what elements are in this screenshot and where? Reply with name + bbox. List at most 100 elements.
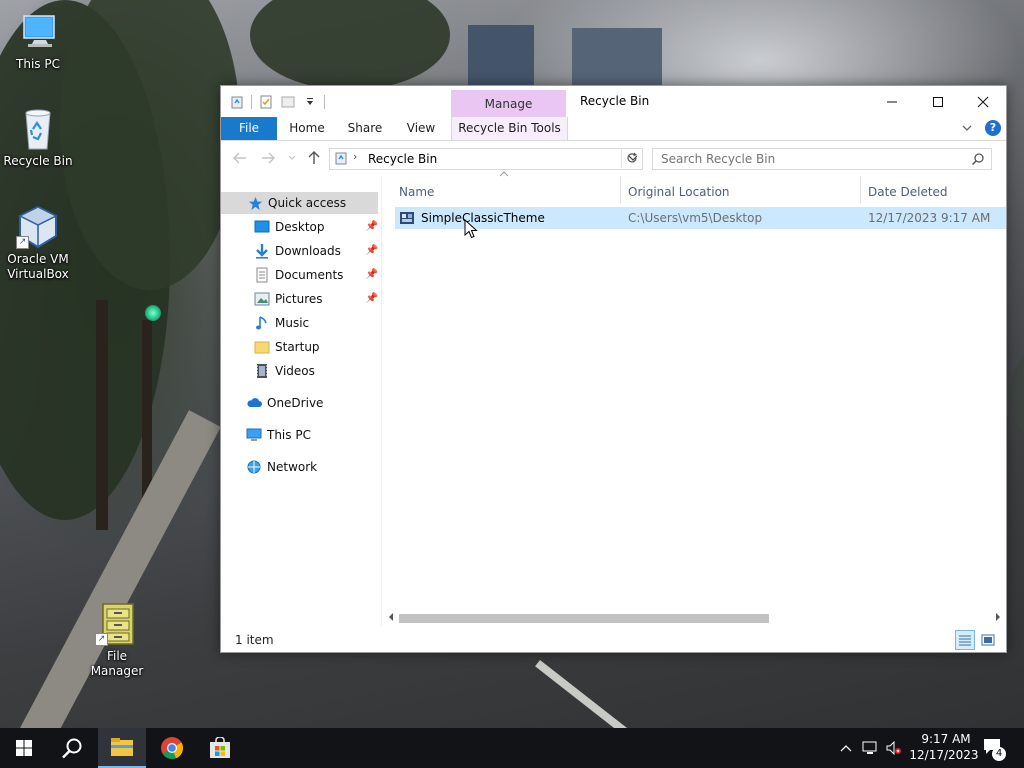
clock-time[interactable]: 9:17 AM — [916, 732, 976, 746]
minimize-icon — [887, 101, 897, 102]
nav-item-label: Documents — [275, 268, 344, 282]
desktop-icon-label: Recycle Bin — [3, 154, 73, 168]
horizontal-scrollbar[interactable] — [383, 610, 1006, 627]
scroll-right-arrow-icon[interactable] — [994, 611, 1002, 623]
taskbar-store[interactable] — [196, 728, 244, 768]
volume-muted-icon[interactable] — [886, 740, 902, 756]
explorer-window: Manage Recycle Bin File Home Share View … — [220, 85, 1007, 653]
nav-item-label: Music — [275, 316, 310, 330]
wallpaper-tree — [1010, 350, 1024, 440]
file-date-deleted: 12/17/2023 9:17 AM — [868, 211, 991, 225]
wallpaper-trunk — [96, 300, 108, 530]
toolbar-divider — [251, 95, 252, 109]
nav-item-videos[interactable]: Videos — [254, 360, 378, 382]
wallpaper-traffic-light — [145, 305, 161, 321]
pin-icon[interactable]: 📌 — [366, 293, 378, 304]
desktop-icon-label: This PC — [16, 57, 60, 71]
scrollbar-thumb[interactable] — [399, 614, 769, 623]
nav-item-desktop[interactable]: Desktop 📌 — [254, 216, 378, 238]
nav-item-label: Downloads — [275, 244, 341, 258]
minimize-button[interactable] — [869, 86, 915, 117]
column-divider[interactable] — [860, 176, 861, 204]
show-hidden-icons-chevron-icon[interactable] — [838, 740, 854, 756]
nav-item-this-pc[interactable]: This PC — [246, 424, 378, 446]
shortcut-arrow-icon: ↗ — [16, 236, 29, 249]
tab-share[interactable]: Share — [341, 117, 389, 140]
forward-arrow-icon[interactable] — [259, 150, 277, 166]
navigation-pane: Quick access Desktop 📌 Downloads 📌 Docum… — [221, 176, 382, 626]
column-header-name[interactable]: Name — [399, 182, 434, 202]
nav-item-music[interactable]: Music — [254, 312, 378, 334]
recent-locations-chevron-icon[interactable] — [283, 150, 301, 166]
back-arrow-icon[interactable] — [231, 150, 249, 166]
taskbar-chrome[interactable] — [148, 728, 196, 768]
contextual-tab-group-manage: Manage — [451, 90, 566, 117]
nav-item-quick-access[interactable]: Quick access — [221, 192, 378, 214]
scroll-left-arrow-icon[interactable] — [387, 611, 395, 623]
refresh-icon[interactable] — [621, 148, 642, 168]
tab-view[interactable]: View — [399, 117, 443, 140]
network-tray-icon[interactable] — [862, 740, 878, 756]
nav-item-label: OneDrive — [267, 396, 324, 410]
file-cabinet-icon: ↗ — [95, 602, 139, 646]
title-bar[interactable]: Manage Recycle Bin — [221, 86, 1006, 117]
address-bar[interactable]: › Recycle Bin — [329, 148, 643, 170]
start-icon — [16, 740, 32, 756]
close-icon — [977, 96, 989, 107]
recycle-bin-small-icon[interactable] — [229, 94, 245, 110]
nav-item-onedrive[interactable]: OneDrive — [246, 392, 378, 414]
properties-icon[interactable] — [258, 94, 274, 110]
customize-toolbar-dropdown-icon[interactable] — [302, 94, 318, 110]
taskbar-file-explorer[interactable] — [98, 728, 146, 768]
nav-item-documents[interactable]: Documents 📌 — [254, 264, 378, 286]
desktop-icon-file-manager[interactable]: ↗ File Manager — [79, 602, 155, 679]
maximize-button[interactable] — [915, 86, 961, 117]
this-pc-icon — [246, 427, 262, 443]
nav-item-network[interactable]: Network — [246, 456, 378, 478]
breadcrumb-chevron-icon[interactable]: › — [353, 150, 357, 163]
start-button[interactable] — [0, 728, 48, 768]
taskbar-search-button[interactable] — [48, 728, 96, 768]
large-icons-view-icon — [981, 634, 995, 646]
nav-item-downloads[interactable]: Downloads 📌 — [254, 240, 378, 262]
new-folder-icon[interactable] — [280, 94, 296, 110]
status-bar: 1 item — [221, 628, 1006, 652]
nav-item-pictures[interactable]: Pictures 📌 — [254, 288, 378, 310]
desktop-icon-recycle-bin[interactable]: Recycle Bin — [0, 107, 76, 169]
item-count: 1 item — [235, 633, 274, 647]
column-divider[interactable] — [620, 176, 621, 204]
computer-icon — [16, 10, 60, 54]
search-box[interactable] — [652, 148, 992, 170]
clock-date[interactable]: 12/17/2023 — [906, 748, 982, 762]
pin-icon[interactable]: 📌 — [366, 221, 378, 232]
details-view-button[interactable] — [955, 630, 975, 650]
search-icon[interactable] — [971, 152, 985, 166]
expand-ribbon-chevron-icon[interactable] — [961, 123, 973, 133]
nav-item-label: Videos — [275, 364, 315, 378]
tab-home[interactable]: Home — [283, 117, 331, 140]
breadcrumb-recycle-bin[interactable]: Recycle Bin — [368, 152, 437, 166]
tab-file[interactable]: File — [221, 117, 277, 140]
tab-recycle-bin-tools[interactable]: Recycle Bin Tools — [451, 117, 568, 140]
close-button[interactable] — [960, 86, 1006, 117]
documents-icon — [254, 267, 270, 283]
pin-icon[interactable]: 📌 — [366, 269, 378, 280]
details-view-icon — [959, 635, 971, 646]
column-header-original-location[interactable]: Original Location — [628, 182, 730, 202]
window-title: Recycle Bin — [580, 94, 650, 108]
file-row[interactable]: SimpleClassicTheme C:\Users\vm5\Desktop … — [395, 207, 1006, 229]
videos-icon — [254, 363, 270, 379]
file-list: Name Original Location Date Deleted Simp… — [383, 171, 1006, 627]
desktop-icon-this-pc[interactable]: This PC — [0, 10, 76, 72]
search-input[interactable] — [653, 149, 971, 169]
desktop-icon-virtualbox[interactable]: ↗ Oracle VM VirtualBox — [0, 205, 76, 282]
column-header-date-deleted[interactable]: Date Deleted — [868, 182, 948, 202]
large-icons-view-button[interactable] — [978, 630, 998, 650]
nav-item-label: Quick access — [268, 196, 347, 210]
up-arrow-icon[interactable] — [305, 150, 323, 166]
sort-ascending-icon — [499, 171, 509, 177]
nav-item-startup[interactable]: Startup — [254, 336, 378, 358]
recycle-bin-icon — [16, 107, 60, 151]
help-icon[interactable]: ? — [985, 120, 1001, 136]
pin-icon[interactable]: 📌 — [366, 245, 378, 256]
